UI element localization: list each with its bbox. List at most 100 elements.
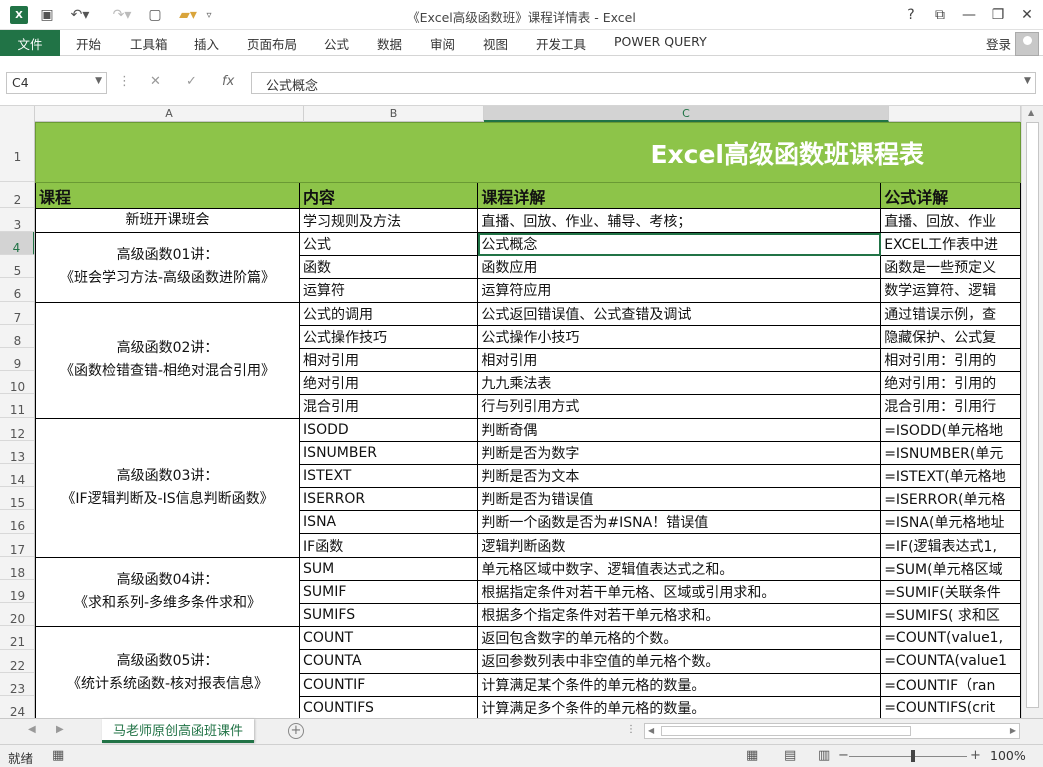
formula-cell[interactable]: 绝对引用：引用的: [880, 371, 1021, 396]
detail-cell[interactable]: 根据指定条件对若干单元格、区域或引用求和。: [477, 579, 882, 605]
content-cell[interactable]: SUM: [299, 556, 479, 581]
formula-cell[interactable]: =COUNT(value1,: [880, 626, 1021, 651]
row-header[interactable]: 10: [0, 371, 34, 395]
zoom-in-icon[interactable]: +: [970, 748, 981, 763]
formula-cell[interactable]: =ISNUMBER(单元: [880, 440, 1021, 465]
row-header[interactable]: 3: [0, 208, 34, 232]
content-cell[interactable]: 公式的调用: [299, 301, 479, 326]
tab-file[interactable]: 文件: [0, 30, 60, 56]
zoom-slider-knob[interactable]: [911, 750, 915, 762]
row-header[interactable]: 13: [0, 441, 34, 464]
avatar[interactable]: [1015, 32, 1039, 56]
row-header[interactable]: 15: [0, 487, 34, 511]
row-header[interactable]: 18: [0, 557, 34, 580]
zoom-out-icon[interactable]: −: [838, 748, 849, 763]
course-cell[interactable]: 高级函数01讲： 《班会学习方法-高级函数进阶篇》: [35, 232, 301, 303]
sheet-title[interactable]: Excel高级函数班课程表: [35, 122, 1021, 183]
tab-formulas[interactable]: 公式: [324, 34, 349, 53]
detail-cell[interactable]: 判断是否为错误值: [477, 487, 882, 512]
row-header[interactable]: 17: [0, 534, 34, 557]
row-header[interactable]: 1: [0, 122, 34, 182]
detail-cell[interactable]: 行与列引用方式: [477, 394, 882, 419]
content-cell[interactable]: 相对引用: [299, 347, 479, 373]
content-cell[interactable]: 学习规则及方法: [299, 208, 479, 233]
column-header-b[interactable]: B: [304, 106, 484, 122]
formula-cell[interactable]: =SUMIF(关联条件: [880, 579, 1021, 605]
detail-cell[interactable]: 判断奇偶: [477, 417, 882, 442]
formula-cell[interactable]: =COUNTA(value1: [880, 649, 1021, 674]
cancel-icon[interactable]: ✕: [150, 74, 161, 89]
normal-view-icon[interactable]: ▦: [746, 748, 758, 763]
detail-cell[interactable]: 返回参数列表中非空值的单元格个数。: [477, 649, 882, 674]
content-cell[interactable]: SUMIFS: [299, 602, 479, 628]
column-heading[interactable]: 课程详解: [477, 182, 882, 209]
row-header[interactable]: 6: [0, 278, 34, 302]
formula-cell[interactable]: =COUNTIFS(crit: [880, 695, 1021, 718]
content-cell[interactable]: 混合引用: [299, 394, 479, 419]
course-cell[interactable]: 高级函数03讲： 《IF逻辑判断及-IS信息判断函数》: [35, 417, 301, 558]
content-cell[interactable]: 公式: [299, 231, 479, 257]
column-header-c[interactable]: C: [484, 106, 889, 122]
content-cell[interactable]: COUNTA: [299, 649, 479, 674]
tab-power-query[interactable]: POWER QUERY: [614, 34, 707, 49]
formula-cell[interactable]: =ISERROR(单元格: [880, 487, 1021, 512]
row-header[interactable]: 7: [0, 302, 34, 325]
login-link[interactable]: 登录: [986, 34, 1011, 53]
scroll-up-icon[interactable]: ▲: [1028, 108, 1034, 117]
course-cell[interactable]: 高级函数04讲： 《求和系列-多维多条件求和》: [35, 556, 301, 628]
tab-developer[interactable]: 开发工具: [536, 34, 586, 53]
row-header[interactable]: 8: [0, 325, 34, 348]
vertical-scroll-thumb[interactable]: [1026, 122, 1039, 708]
formula-cell[interactable]: =SUM(单元格区域: [880, 556, 1021, 581]
detail-cell[interactable]: 逻辑判断函数: [477, 533, 882, 558]
formula-input[interactable]: 公式概念: [251, 72, 1036, 94]
detail-cell[interactable]: 计算满足多个条件的单元格的数量。: [477, 695, 882, 718]
detail-cell[interactable]: 判断是否为数字: [477, 440, 882, 465]
content-cell[interactable]: COUNT: [299, 626, 479, 651]
formula-cell[interactable]: =COUNTIF（ran: [880, 672, 1021, 697]
detail-cell[interactable]: 公式概念: [477, 231, 882, 257]
detail-cell[interactable]: 公式操作小技巧: [477, 324, 882, 349]
help-button[interactable]: ?: [898, 4, 924, 26]
column-heading[interactable]: 内容: [299, 182, 479, 209]
formula-cell[interactable]: =ISNA(单元格地址: [880, 510, 1021, 535]
row-header[interactable]: 2: [0, 182, 34, 208]
zoom-level[interactable]: 100%: [990, 748, 1026, 763]
tab-page-layout[interactable]: 页面布局: [247, 34, 297, 53]
content-cell[interactable]: ISODD: [299, 417, 479, 442]
detail-cell[interactable]: 运算符应用: [477, 278, 882, 303]
detail-cell[interactable]: 函数应用: [477, 255, 882, 280]
tab-view[interactable]: 视图: [483, 34, 508, 53]
detail-cell[interactable]: 返回包含数字的单元格的个数。: [477, 626, 882, 651]
ribbon-display-icon[interactable]: ⧉: [927, 4, 953, 26]
detail-cell[interactable]: 九九乘法表: [477, 371, 882, 396]
tab-home[interactable]: 开始: [76, 34, 101, 53]
course-cell[interactable]: 高级函数02讲： 《函数检错查错-相绝对混合引用》: [35, 301, 301, 419]
horizontal-scroll-thumb[interactable]: [661, 726, 911, 736]
tab-split-icon[interactable]: ⋮: [626, 724, 636, 735]
vertical-scrollbar[interactable]: ▲: [1021, 106, 1043, 718]
formula-cell[interactable]: =ISODD(单元格地: [880, 417, 1021, 442]
content-cell[interactable]: IF函数: [299, 533, 479, 558]
content-cell[interactable]: 运算符: [299, 278, 479, 303]
expand-formula-bar-icon[interactable]: ▼: [1024, 76, 1031, 86]
formula-cell[interactable]: 隐藏保护、公式复: [880, 324, 1021, 349]
content-cell[interactable]: ISNUMBER: [299, 440, 479, 465]
content-cell[interactable]: COUNTIFS: [299, 695, 479, 718]
content-cell[interactable]: 公式操作技巧: [299, 324, 479, 349]
row-header[interactable]: 24: [0, 696, 34, 718]
enter-icon[interactable]: ✓: [186, 74, 197, 89]
content-cell[interactable]: SUMIF: [299, 579, 479, 605]
row-header[interactable]: 16: [0, 510, 34, 534]
scroll-right-icon[interactable]: ▶: [1010, 726, 1016, 735]
detail-cell[interactable]: 根据多个指定条件对若干单元格求和。: [477, 602, 882, 628]
row-header[interactable]: 9: [0, 348, 34, 372]
detail-cell[interactable]: 单元格区域中数字、逻辑值表达式之和。: [477, 556, 882, 581]
row-header[interactable]: 20: [0, 603, 34, 627]
content-cell[interactable]: ISERROR: [299, 487, 479, 512]
formula-cell[interactable]: =SUMIFS( 求和区: [880, 602, 1021, 628]
name-box-dropdown-icon[interactable]: ▼: [95, 76, 102, 86]
row-header[interactable]: 12: [0, 418, 34, 441]
tab-toolbox[interactable]: 工具箱: [130, 34, 168, 53]
row-header[interactable]: 4: [0, 232, 34, 256]
